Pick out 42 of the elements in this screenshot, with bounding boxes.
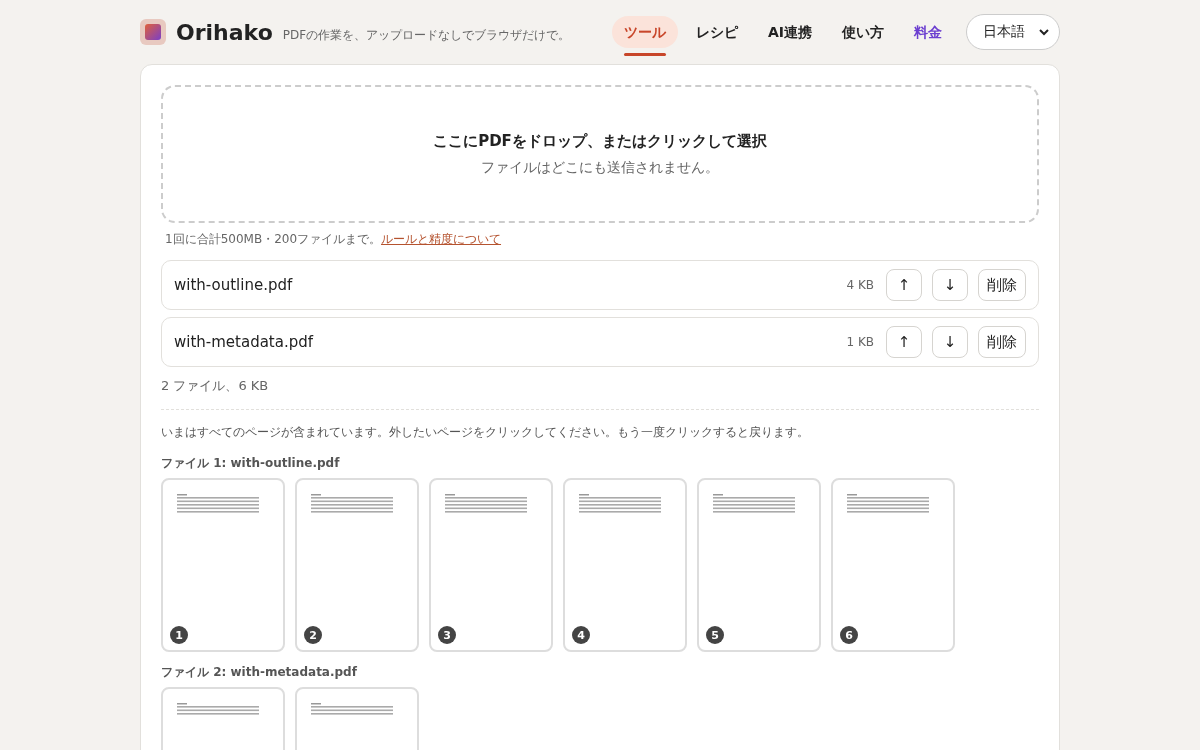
- nav-tab[interactable]: AI連携: [755, 16, 824, 48]
- page-number-badge: 4: [572, 626, 590, 644]
- page-thumbnail[interactable]: 5: [697, 478, 821, 652]
- page-thumbnail[interactable]: 2: [295, 478, 419, 652]
- tagline: PDFの作業を、アップロードなしでブラウザだけで。: [282, 26, 571, 44]
- drop-title: ここにPDFをドロップ、またはクリックして選択: [433, 131, 767, 151]
- nav-tab[interactable]: 使い方: [830, 16, 896, 48]
- page-thumbnail[interactable]: 1: [161, 478, 285, 652]
- nav-tab[interactable]: ツール: [611, 16, 678, 48]
- page-thumbnail[interactable]: 4: [563, 478, 687, 652]
- file-name: with-metadata.pdf: [174, 333, 315, 351]
- page-number-badge: 3: [438, 626, 456, 644]
- page-number-badge: 1: [170, 626, 188, 644]
- limit-note: 1回に合計500MB・200ファイルまで。: [165, 232, 382, 246]
- nav-tab[interactable]: 料金: [902, 16, 954, 48]
- brand-name[interactable]: Orihako: [176, 19, 273, 45]
- file-name: with-outline.pdf: [174, 276, 294, 294]
- file-group-title: ファイル 2: with-metadata.pdf: [161, 664, 358, 681]
- page-number-badge: 2: [304, 626, 322, 644]
- instructions: いまはすべてのページが含まれています。外したいページをクリックしてください。もう一度クリックすると戻ります。: [161, 424, 810, 441]
- drop-zone[interactable]: ここにPDFをドロップ、またはクリックして選択 ファイルはどこにも送信されません。: [161, 85, 1039, 223]
- page-thumbnail[interactable]: 3: [429, 478, 553, 652]
- page-thumbnail[interactable]: 6: [831, 478, 955, 652]
- file-summary: 2 ファイル、6 KB: [161, 377, 270, 395]
- rules-link[interactable]: ルールと精度について: [381, 232, 502, 246]
- move-up-button[interactable]: ↑: [886, 269, 922, 301]
- drop-subtitle: ファイルはどこにも送信されません。: [481, 158, 719, 177]
- logo-icon: [140, 19, 166, 45]
- file-size: 1 KB: [846, 335, 874, 349]
- remove-button[interactable]: 削除: [978, 326, 1026, 358]
- move-down-button[interactable]: ↓: [932, 269, 968, 301]
- file-group-title: ファイル 1: with-outline.pdf: [161, 455, 341, 472]
- move-up-button[interactable]: ↑: [886, 326, 922, 358]
- move-down-button[interactable]: ↓: [932, 326, 968, 358]
- page-number-badge: 6: [840, 626, 858, 644]
- active-tab-indicator: [623, 53, 666, 56]
- remove-button[interactable]: 削除: [978, 269, 1026, 301]
- page-number-badge: 5: [706, 626, 724, 644]
- chevron-down-icon: [1039, 28, 1049, 36]
- nav-tab[interactable]: レシピ: [683, 16, 750, 48]
- language-select[interactable]: 日本語: [966, 14, 1060, 50]
- file-size: 4 KB: [846, 278, 874, 292]
